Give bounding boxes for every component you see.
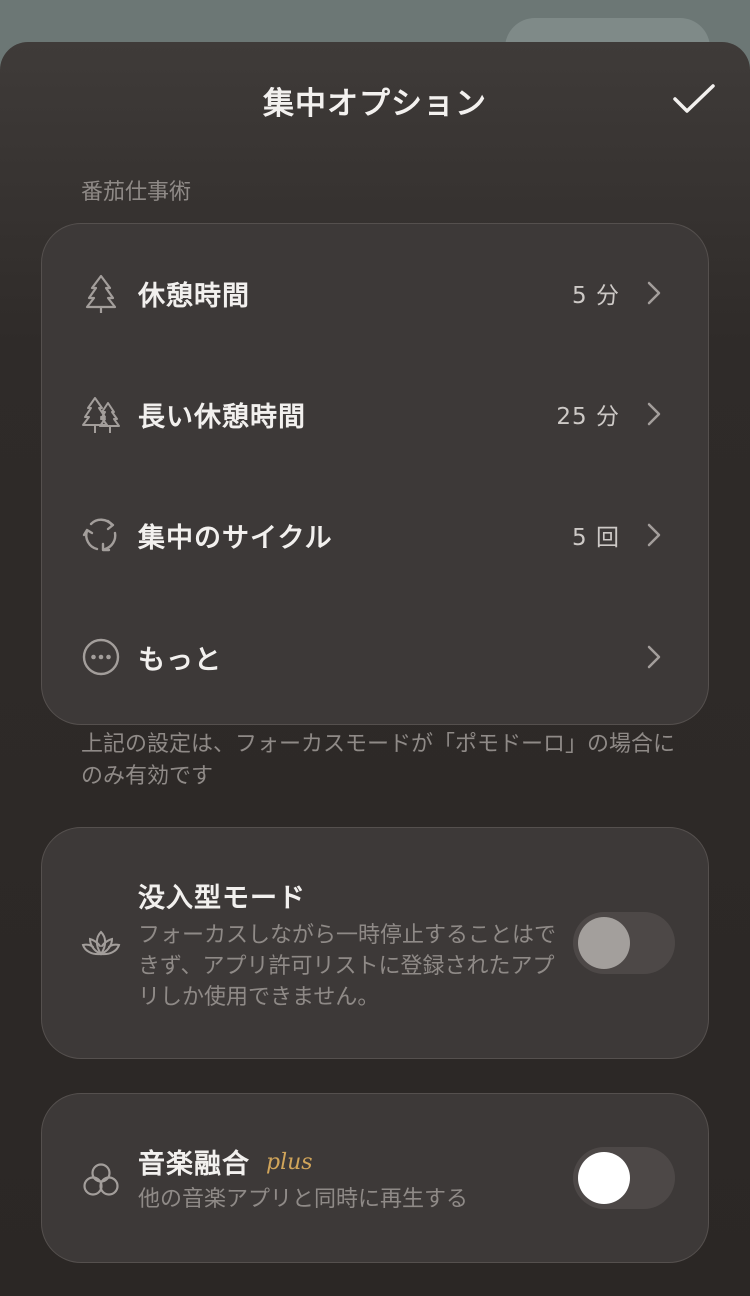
row-break-time[interactable]: 休憩時間 5 分 (42, 243, 708, 343)
row-label: 休憩時間 (138, 280, 250, 312)
cycle-icon (80, 514, 122, 556)
music-blend-title: 音楽融合 (138, 1149, 250, 1180)
more-icon (80, 636, 122, 678)
section-label-pomodoro: 番茄仕事術 (81, 180, 192, 205)
pomodoro-card: 休憩時間 5 分 長い休憩時間 25 分 集中のサイクル 5 回 もっと (41, 223, 709, 725)
plus-badge: plus (266, 1150, 313, 1175)
confirm-button[interactable] (666, 74, 722, 124)
immersive-mode-toggle[interactable] (573, 912, 675, 974)
chevron-right-icon (644, 642, 664, 672)
row-label: 長い休憩時間 (138, 401, 306, 433)
music-blend-description: 他の音楽アプリと同時に再生する (138, 1187, 469, 1212)
row-long-break-time[interactable]: 長い休憩時間 25 分 (42, 364, 708, 464)
checkmark-icon (673, 84, 715, 113)
chevron-right-icon (644, 399, 664, 429)
row-focus-cycles[interactable]: 集中のサイクル 5 回 (42, 485, 708, 585)
immersive-mode-title: 没入型モード (138, 883, 306, 914)
toggle-knob (578, 1152, 630, 1204)
chevron-right-icon (644, 520, 664, 550)
row-label: 集中のサイクル (138, 522, 333, 554)
row-more[interactable]: もっと (42, 607, 708, 707)
chevron-right-icon (644, 278, 664, 308)
row-value: 5 回 (572, 525, 620, 551)
toggle-knob (578, 917, 630, 969)
row-value: 25 分 (556, 404, 620, 430)
tree-icon (80, 272, 122, 314)
immersive-mode-card: 没入型モード フォーカスしながら一時停止することはできず、アプリ許可リストに登録… (41, 827, 709, 1059)
immersive-mode-description: フォーカスしながら一時停止することはできず、アプリ許可リストに登録されたアプリし… (138, 923, 557, 1010)
row-label: もっと (138, 644, 222, 676)
lotus-icon (80, 923, 122, 965)
circles-icon (80, 1159, 122, 1201)
music-blend-card: 音楽融合 plus 他の音楽アプリと同時に再生する (41, 1093, 709, 1263)
page-title: 集中オプション (263, 86, 487, 122)
pomodoro-note: 上記の設定は、フォーカスモードが「ポモドーロ」の場合にのみ有効です (81, 732, 676, 789)
row-value: 5 分 (572, 283, 620, 309)
music-blend-toggle[interactable] (573, 1147, 675, 1209)
trees-icon (80, 393, 122, 435)
